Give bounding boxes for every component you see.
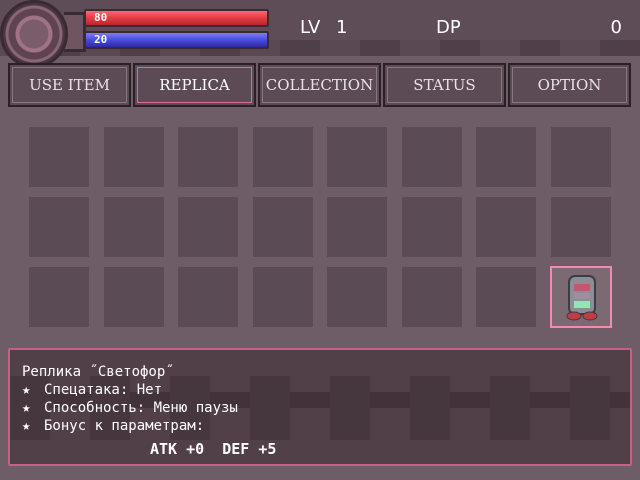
replica-slot[interactable] [104,197,164,257]
replica-slot[interactable] [551,197,611,257]
player-orb-icon [0,0,68,68]
replica-slot[interactable] [476,267,536,327]
tab-status[interactable]: STATUS [383,63,506,107]
replica-slot[interactable] [253,197,313,257]
star-icon: ★ [22,418,31,434]
replica-slot[interactable] [104,127,164,187]
mp-bar: 20 [84,31,269,49]
replica-slot[interactable] [253,267,313,327]
replica-slot[interactable] [402,267,462,327]
replica-slot[interactable] [327,267,387,327]
level-value: 1 [336,17,348,38]
replica-slot[interactable] [29,267,89,327]
dp-label: DP [436,17,461,38]
replica-slot[interactable] [327,197,387,257]
level-label: LV [300,17,321,38]
traffic-light-replica-icon [566,275,598,321]
replica-slot[interactable] [476,197,536,257]
replica-slot-selected[interactable] [550,266,612,328]
replica-slot[interactable] [551,127,611,187]
menu-tabs: USE ITEM REPLICA COLLECTION STATUS OPTIO… [8,63,632,108]
hp-bar: 80 [84,9,269,27]
tab-use-item[interactable]: USE ITEM [8,63,131,107]
stat-bonus: ATK +0 DEF +5 [150,440,277,458]
desc-line-special: ★ Спецатака: Нет [22,382,163,398]
replica-slot[interactable] [178,127,238,187]
replica-title: Реплика ˝Светофор˝ [22,364,174,380]
star-icon: ★ [22,382,31,398]
desc-line-bonus: ★ Бонус к параметрам: [22,418,205,434]
hp-value: 80 [94,11,108,24]
star-icon: ★ [22,400,31,416]
dp-value: 0 [610,17,622,38]
replica-slot[interactable] [178,197,238,257]
replica-slot[interactable] [327,127,387,187]
replica-slot[interactable] [104,267,164,327]
replica-slot[interactable] [476,127,536,187]
tab-replica[interactable]: REPLICA [133,63,256,107]
description-box: Реплика ˝Светофор˝ ★ Спецатака: Нет ★ Спос… [8,348,632,466]
desc-line-ability: ★ Способность: Меню паузы [22,400,238,416]
replica-slot[interactable] [402,127,462,187]
replica-slot[interactable] [178,267,238,327]
mp-value: 20 [94,33,108,46]
tab-option[interactable]: OPTION [508,63,631,107]
replica-slot[interactable] [253,127,313,187]
replica-slot[interactable] [402,197,462,257]
replica-slot[interactable] [29,127,89,187]
tab-collection[interactable]: COLLECTION [258,63,381,107]
replica-slot[interactable] [29,197,89,257]
